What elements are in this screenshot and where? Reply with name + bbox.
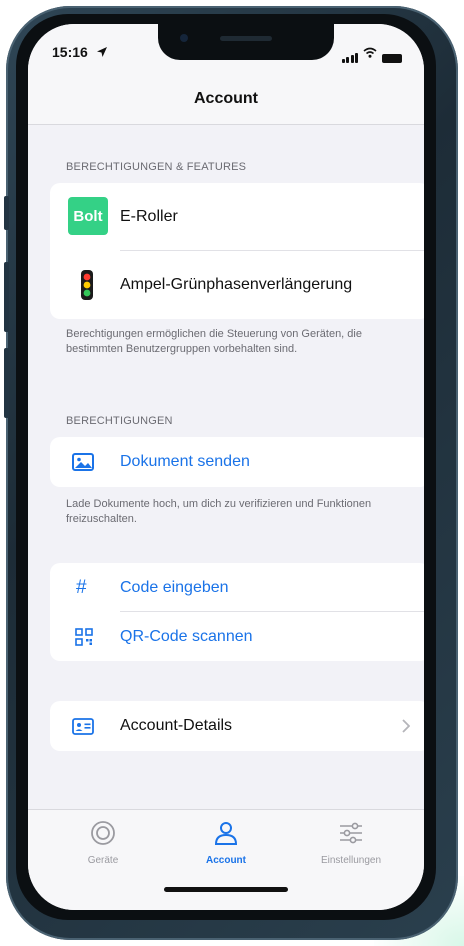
battery-icon xyxy=(382,54,402,63)
enter-code-row[interactable]: # Code eingeben xyxy=(50,563,424,612)
traffic-light-label: Ampel-Grünphasenverlängerung xyxy=(120,276,353,293)
scan-qr-code-row[interactable]: QR-Code scannen xyxy=(50,612,424,661)
bolt-logo: Bolt xyxy=(68,197,108,235)
permissions-features-footnote: Berechtigungen ermöglichen die Steuerung… xyxy=(66,328,362,355)
list-item-traffic-light[interactable]: Ampel-Grünphasenverlängerung xyxy=(50,251,424,319)
earpiece-speaker xyxy=(220,36,272,41)
permissions-card: Dokument senden xyxy=(50,437,424,487)
id-card-icon xyxy=(72,718,94,740)
tab-bar: Geräte Account Einstellungen xyxy=(28,809,424,910)
account-details-card: Account-Details xyxy=(50,701,424,751)
send-document-label: Dokument senden xyxy=(120,453,250,470)
section-header-permissions: BERECHTIGUNGEN xyxy=(66,415,173,427)
tab-account[interactable]: Account xyxy=(171,820,281,866)
mute-switch xyxy=(4,196,9,230)
devices-icon xyxy=(90,820,116,851)
account-details-row[interactable]: Account-Details xyxy=(50,701,424,751)
volume-down-button xyxy=(4,348,9,418)
hash-icon: # xyxy=(76,576,87,598)
traffic-light-icon xyxy=(80,269,94,306)
send-document-row[interactable]: Dokument senden xyxy=(50,437,424,487)
tab-settings-label: Einstellungen xyxy=(320,855,382,866)
home-indicator[interactable] xyxy=(164,887,288,892)
scan-qr-code-label: QR-Code scannen xyxy=(120,627,253,645)
sliders-icon xyxy=(338,820,364,851)
enter-code-label: Code eingeben xyxy=(120,578,229,596)
qr-code-icon xyxy=(75,628,93,651)
permissions-features-card: Bolt E-Roller Ampel-Grünphasenverlängeru… xyxy=(50,183,424,319)
tab-account-label: Account xyxy=(206,855,246,866)
account-details-label: Account-Details xyxy=(120,717,233,734)
volume-up-button xyxy=(4,262,9,332)
chevron-right-icon xyxy=(402,719,411,738)
person-icon xyxy=(213,820,239,851)
code-card: # Code eingeben QR-Code scannen xyxy=(50,563,424,661)
tab-devices[interactable]: Geräte xyxy=(48,820,158,866)
section-header-permissions-features: BERECHTIGUNGEN & FEATURES xyxy=(66,161,247,173)
tab-settings[interactable]: Einstellungen xyxy=(296,820,406,866)
navigation-bar: Account xyxy=(28,68,424,125)
e-roller-label: E-Roller xyxy=(120,208,178,225)
permissions-footnote: Lade Dokumente hoch, um dich zu verifizi… xyxy=(66,498,372,525)
page-title: Account xyxy=(194,90,258,107)
list-item-e-roller[interactable]: Bolt E-Roller xyxy=(50,183,424,251)
location-arrow-icon xyxy=(96,45,108,63)
tab-devices-label: Geräte xyxy=(87,855,119,866)
bolt-logo-text: Bolt xyxy=(73,207,103,225)
cellular-signal-icon xyxy=(341,53,358,63)
phone-screen: 15:16 Account BERECHTIGUNGEN & FEATURES xyxy=(28,24,424,910)
image-icon xyxy=(72,453,94,476)
wifi-icon xyxy=(363,45,377,63)
front-camera xyxy=(180,34,188,42)
notch xyxy=(158,24,334,60)
status-time: 15:16 xyxy=(52,44,88,60)
